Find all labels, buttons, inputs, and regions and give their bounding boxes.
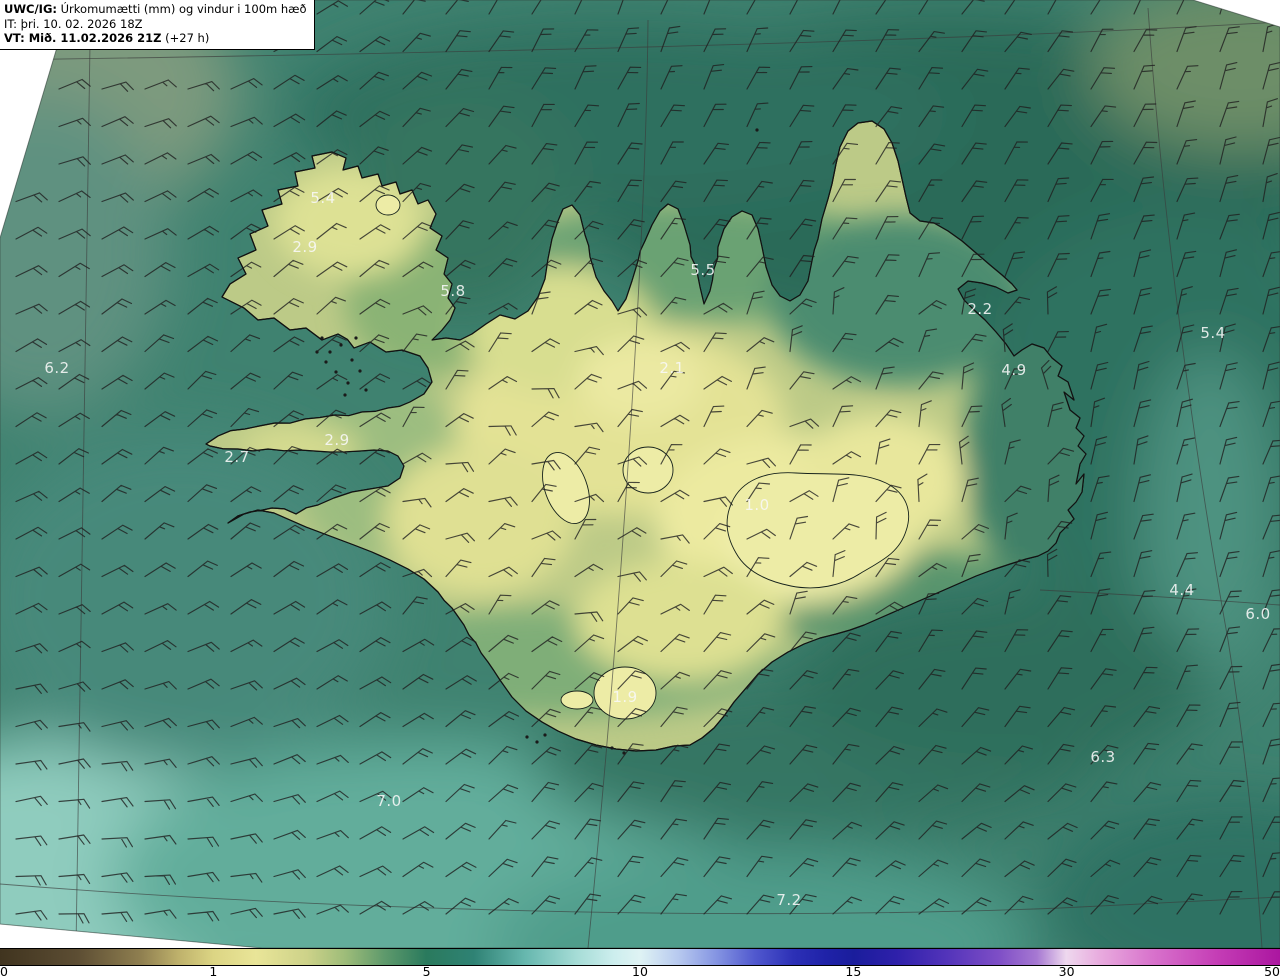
colorbar-tick-labels: 0 1 5 10 15 30 50: [0, 964, 1280, 979]
weather-map-page: { "title_box": { "product_bold": "UWC/IG…: [0, 0, 1280, 979]
colorbar-tick-label: 30: [1058, 964, 1075, 979]
product-title: UWC/IG: Úrkomumætti (mm) og vindur i 100…: [4, 2, 307, 16]
init-time: IT: þri. 10. 02. 2026 18Z: [4, 16, 143, 31]
colorbar-tick-label: 0: [0, 964, 8, 979]
colorbar-tick-label: 10: [632, 964, 648, 979]
map-field-layer: [0, 0, 1280, 948]
colorbar-tick-label: 50: [1264, 964, 1280, 979]
weather-map: 5.4 2.9 5.8 5.5 2.1 2.2 4.9 5.4 6.2 2.9 2.7 1.0 1.9 4…: [0, 0, 1280, 948]
colorbar-tick-label: 1: [209, 964, 218, 979]
title-box: UWC/IG: Úrkomumætti (mm) og vindur i 100…: [0, 0, 315, 51]
valid-time: VT: Mið. 11.02.2026 21Z (+27 h): [4, 31, 210, 46]
colorbar-tick-label: 5: [422, 964, 431, 979]
map-canvas: [0, 0, 1280, 948]
colorbar-tick-label: 15: [845, 964, 862, 979]
